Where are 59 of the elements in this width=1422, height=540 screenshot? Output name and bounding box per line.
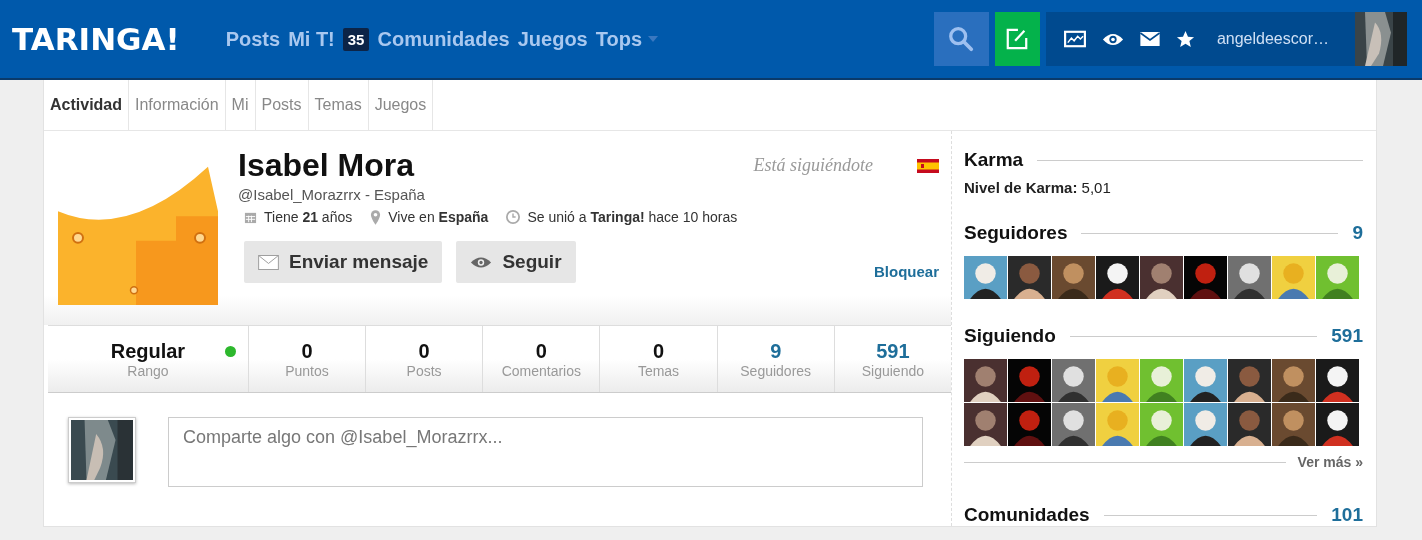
see-more-link[interactable]: Ver más » — [1297, 454, 1363, 470]
nav-link[interactable]: Posts — [225, 27, 281, 51]
new-post-button[interactable] — [994, 12, 1040, 66]
eye-icon — [470, 255, 493, 269]
chart-icon[interactable] — [1063, 30, 1086, 48]
stat-label: Puntos — [285, 362, 329, 379]
profile-tab[interactable]: Información — [129, 80, 226, 130]
nav-link[interactable]: Mi T! — [288, 27, 335, 51]
stat-value: 0 — [301, 339, 313, 363]
stat-value[interactable]: 591 — [876, 339, 910, 363]
section-count[interactable]: 9 — [1352, 222, 1363, 244]
karma-level: Nivel de Karma: 5,01 — [964, 179, 1112, 196]
section-title: Karma — [964, 149, 1024, 171]
profile-fact: Vive en España — [388, 209, 489, 225]
search-icon — [947, 25, 976, 53]
stat-value: 0 — [418, 339, 430, 363]
username-link[interactable]: angeldeescor… — [1216, 30, 1329, 48]
send-message-button[interactable]: Enviar mensaje — [244, 241, 443, 283]
profile-tab[interactable]: Mi — [225, 80, 256, 130]
pin-icon — [370, 209, 382, 225]
mail-icon — [258, 254, 279, 270]
stat-label: Rango — [127, 362, 169, 379]
caret-icon — [648, 36, 659, 42]
calendar-icon — [244, 210, 257, 224]
stat-value: 0 — [652, 339, 665, 363]
clock-icon — [506, 210, 521, 224]
nav-link[interactable]: Juegos — [517, 27, 588, 51]
profile-fact: Se unió a Taringa! hace 10 horas — [527, 209, 738, 225]
stat-value: 0 — [535, 339, 547, 363]
star-icon[interactable] — [1175, 29, 1195, 49]
block-link[interactable]: Bloquear — [874, 263, 939, 280]
profile-fact: Tiene 21 años — [264, 209, 353, 225]
section-count[interactable]: 591 — [1331, 325, 1363, 347]
stat-label: Temas — [637, 362, 680, 379]
stat-value: Regular — [110, 339, 186, 363]
profile-handle: @Isabel_Morazrrx - España — [238, 186, 426, 203]
flag-icon — [917, 158, 939, 173]
follow-button[interactable]: Seguir — [456, 241, 576, 283]
eye-icon[interactable] — [1101, 31, 1124, 47]
profile-tab[interactable]: Juegos — [368, 80, 434, 130]
section-title: Comunidades — [964, 504, 1090, 526]
search-button[interactable] — [933, 12, 989, 66]
profile-tab[interactable]: Temas — [308, 80, 369, 130]
stat-label: Posts — [406, 362, 442, 379]
profile-name: Isabel Mora — [238, 147, 415, 184]
share-input[interactable]: Comparte algo con @Isabel_Morazrrx... — [168, 417, 923, 487]
notification-badge: 35 — [342, 27, 370, 51]
stat-label: Comentarios — [501, 362, 581, 379]
profile-tab[interactable]: Posts — [255, 80, 309, 130]
mail-icon[interactable] — [1139, 32, 1160, 46]
section-title: Seguidores — [964, 222, 1068, 244]
section-title: Siguiendo — [964, 325, 1056, 347]
nav-link[interactable]: Comunidades — [377, 27, 510, 51]
following-you-label: Está siguiéndote — [753, 155, 873, 176]
nav-dropdown[interactable]: Tops — [595, 27, 659, 51]
section-count[interactable]: 101 — [1331, 504, 1363, 526]
logo[interactable]: TARINGA! — [12, 21, 180, 57]
edit-icon — [1005, 27, 1030, 51]
stat-value[interactable]: 9 — [770, 339, 782, 363]
